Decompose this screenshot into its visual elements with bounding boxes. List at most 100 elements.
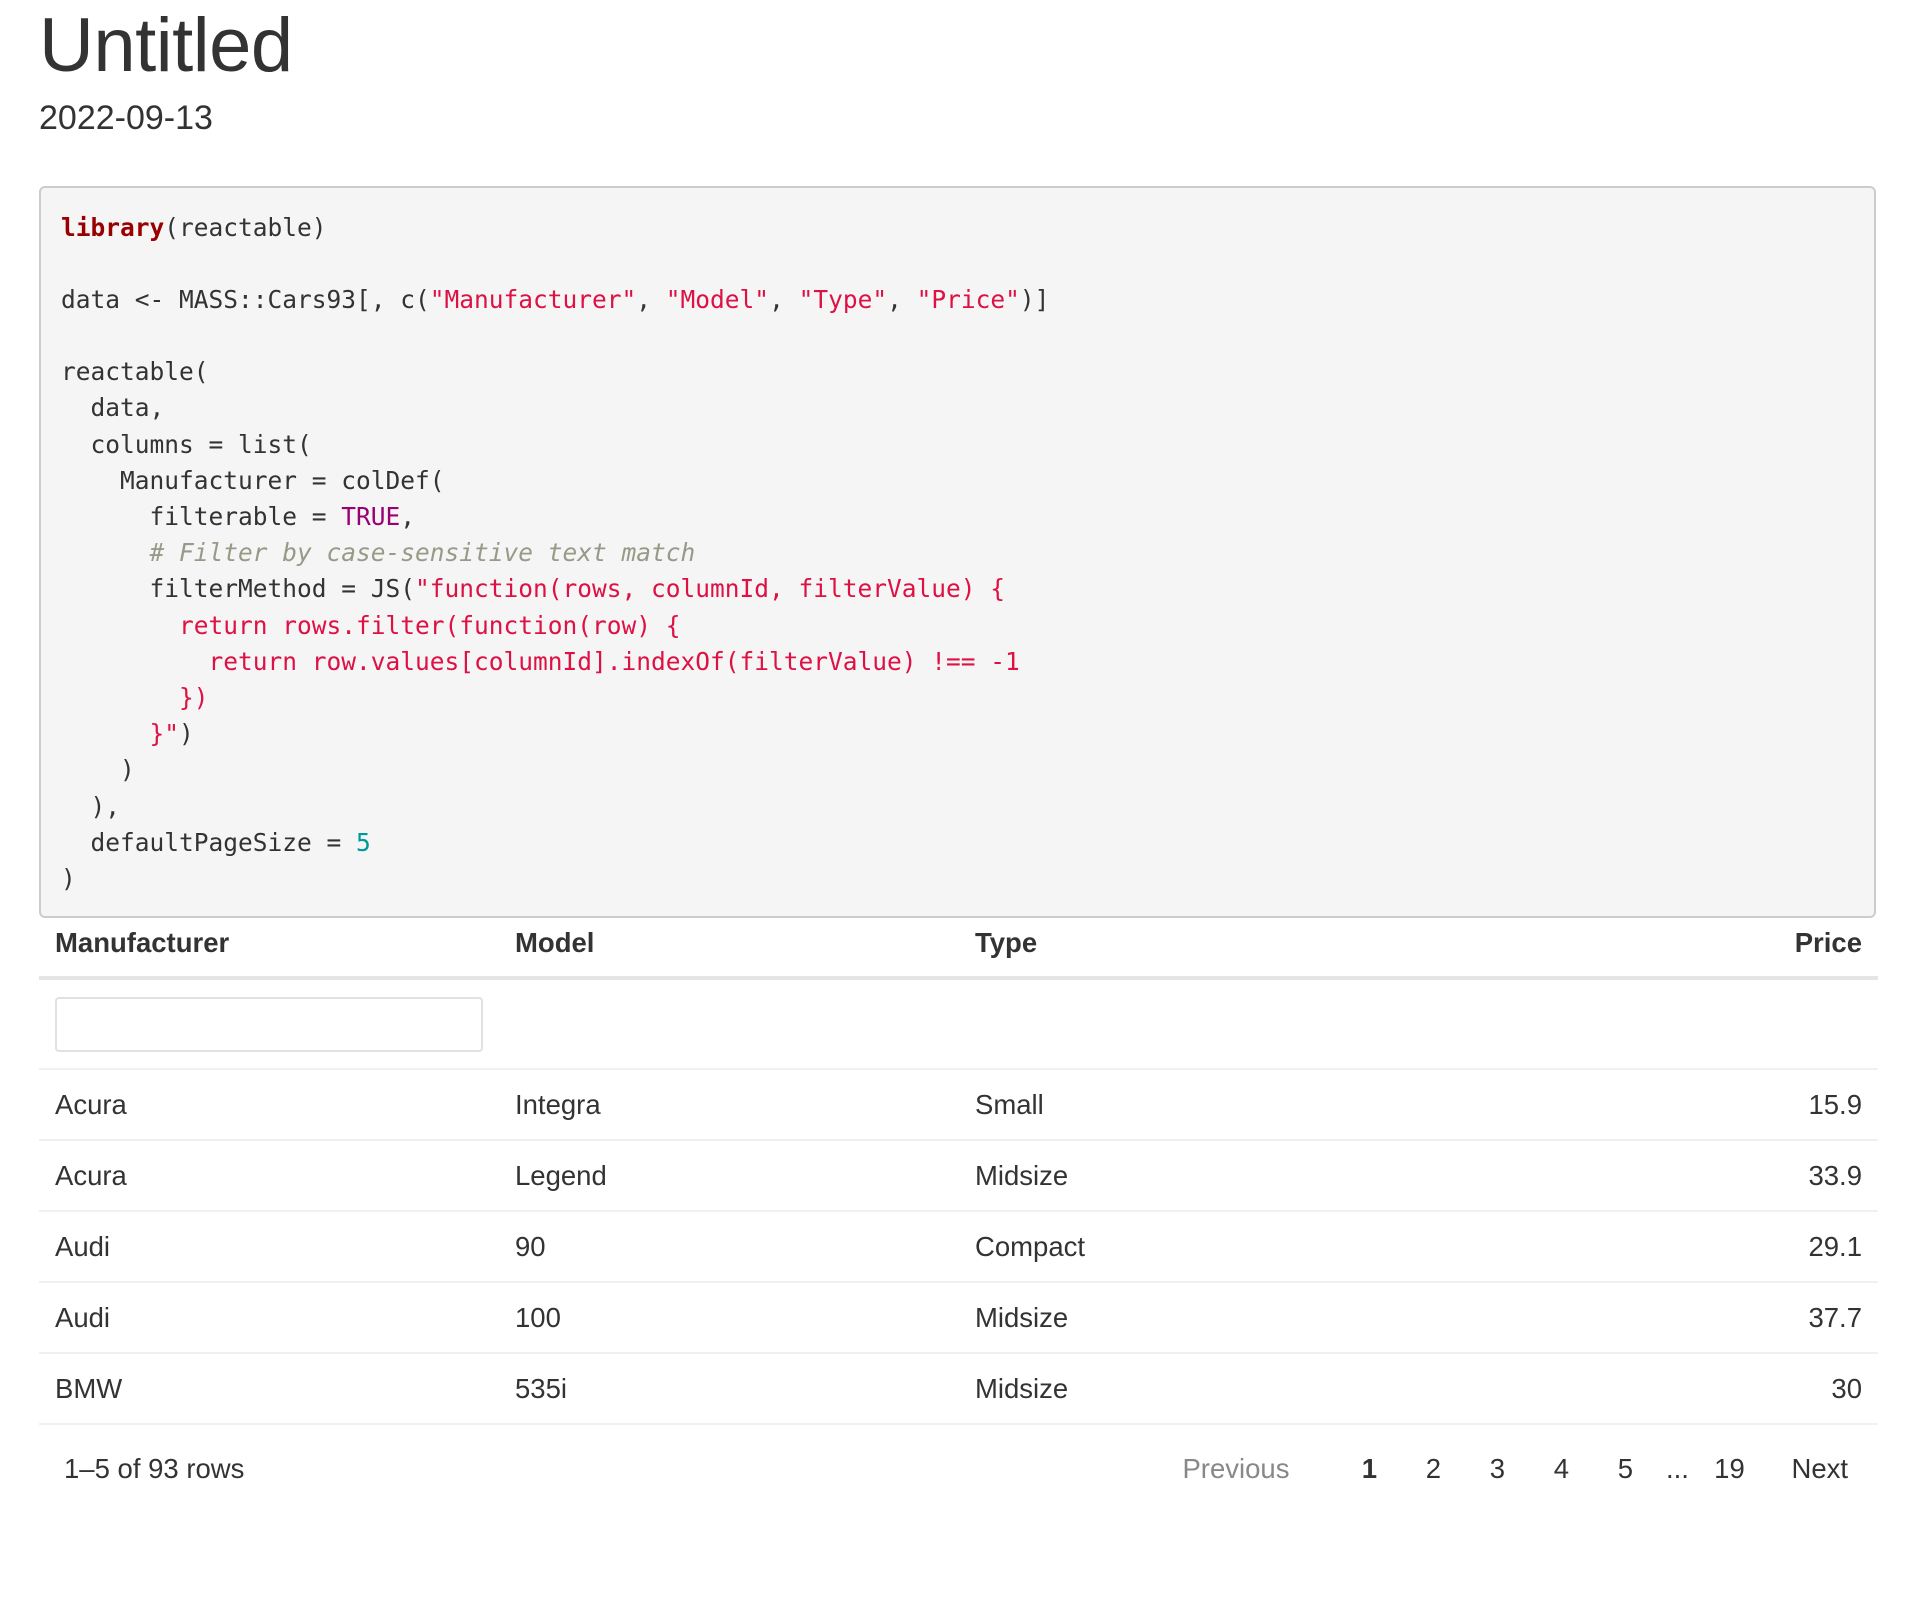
page-button-4[interactable]: 4 bbox=[1529, 1453, 1593, 1485]
code-line: ), bbox=[61, 789, 1854, 825]
filter-row bbox=[39, 980, 1878, 1070]
code-line: }") bbox=[61, 716, 1854, 752]
cell-model: 100 bbox=[515, 1301, 561, 1333]
code-token-plain: , bbox=[769, 284, 799, 314]
code-token-str: "Price" bbox=[916, 284, 1020, 314]
table-row: Audi 90 Compact 29.1 bbox=[39, 1212, 1878, 1283]
code-line: ) bbox=[61, 861, 1854, 897]
cell-type: Compact bbox=[975, 1230, 1086, 1262]
cell-type: Small bbox=[975, 1088, 1044, 1120]
document-date: 2022-09-13 bbox=[39, 99, 213, 137]
page: Untitled 2022-09-13 library(reactable) da… bbox=[39, 0, 1878, 1484]
code-line: return row.values[columnId].indexOf(filt… bbox=[61, 644, 1854, 680]
filter-cell-manufacturer bbox=[39, 996, 499, 1052]
code-token-num: 5 bbox=[356, 827, 371, 857]
code-line: defaultPageSize = 5 bbox=[61, 825, 1854, 861]
cell-manufacturer: Audi bbox=[55, 1301, 111, 1333]
code-block: library(reactable)data <- MASS::Cars93[,… bbox=[39, 185, 1876, 918]
table-row: BMW 535i Midsize 30 bbox=[39, 1354, 1878, 1425]
column-header-type[interactable]: Type bbox=[959, 927, 1419, 959]
page-button-1[interactable]: 1 bbox=[1337, 1453, 1401, 1485]
code-token-plain: filterable = bbox=[61, 502, 342, 531]
code-token-plain: defaultPageSize = bbox=[61, 827, 357, 857]
page-info: 1–5 of 93 rows bbox=[64, 1453, 245, 1484]
table-header-row: Manufacturer Model Type Price bbox=[39, 910, 1878, 980]
code-line: return rows.filter(function(row) { bbox=[61, 608, 1854, 644]
code-token-kw: library bbox=[61, 212, 165, 242]
code-token-plain: filterMethod = JS( bbox=[61, 574, 416, 604]
table-row: Acura Integra Small 15.9 bbox=[39, 1070, 1878, 1141]
code-token-plain: columns = list( bbox=[61, 429, 312, 459]
code-token-str: }) bbox=[61, 682, 209, 712]
page-button-3[interactable]: 3 bbox=[1465, 1453, 1529, 1485]
page-button-last[interactable]: 19 bbox=[1697, 1453, 1761, 1485]
cell-price: 33.9 bbox=[1808, 1159, 1862, 1191]
code-token-str: return rows.filter(function(row) { bbox=[61, 610, 681, 640]
code-token-const: TRUE bbox=[341, 502, 401, 531]
code-token-plain: Manufacturer = colDef( bbox=[61, 465, 445, 495]
code-line: filterMethod = JS("function(rows, column… bbox=[61, 571, 1854, 607]
code-token-str: "Type" bbox=[798, 284, 888, 314]
code-token-com: # Filter by case-sensitive text match bbox=[61, 538, 696, 568]
code-token-str: "Manufacturer" bbox=[429, 284, 637, 314]
code-token-plain: ) bbox=[61, 863, 76, 893]
reactable-table: Manufacturer Model Type Price Acura Integ… bbox=[39, 910, 1878, 1425]
code-line: # Filter by case-sensitive text match bbox=[61, 535, 1854, 571]
code-token-plain: reactable( bbox=[61, 357, 209, 387]
cell-model: 90 bbox=[515, 1230, 546, 1262]
cell-price: 15.9 bbox=[1808, 1088, 1862, 1120]
table-body: Acura Integra Small 15.9 Acura Legend Midsize 3… bbox=[39, 1070, 1878, 1425]
cell-type: Midsize bbox=[975, 1372, 1069, 1404]
code-line: }) bbox=[61, 680, 1854, 716]
pagination: 1–5 of 93 rows Previous 1 2 3 4 5... 19 Next bbox=[39, 1424, 1878, 1514]
cell-type: Midsize bbox=[975, 1159, 1069, 1191]
code-line: library(reactable) bbox=[61, 210, 1854, 246]
code-line: reactable( bbox=[61, 354, 1854, 390]
code-token-plain: , bbox=[887, 284, 917, 314]
code-line: data, bbox=[61, 390, 1854, 426]
cell-manufacturer: BMW bbox=[55, 1372, 123, 1404]
table-row: Audi 100 Midsize 37.7 bbox=[39, 1283, 1878, 1354]
column-header-price[interactable]: Price bbox=[1419, 927, 1878, 959]
code-token-plain: ) bbox=[179, 719, 194, 749]
cell-model: 535i bbox=[515, 1372, 567, 1404]
page-ellipsis: ... bbox=[1665, 1453, 1689, 1484]
cell-model: Integra bbox=[515, 1088, 601, 1120]
page-button-2[interactable]: 2 bbox=[1401, 1453, 1465, 1485]
code-line: ) bbox=[61, 752, 1854, 788]
manufacturer-filter-input[interactable] bbox=[55, 996, 483, 1052]
code-token-plain: data <- MASS::Cars93[, c( bbox=[61, 284, 430, 314]
cell-manufacturer: Audi bbox=[55, 1230, 111, 1262]
page-button-5[interactable]: 5 bbox=[1593, 1453, 1657, 1485]
code-token-plain: ), bbox=[61, 791, 121, 821]
column-header-model[interactable]: Model bbox=[499, 927, 959, 959]
table-row: Acura Legend Midsize 33.9 bbox=[39, 1141, 1878, 1212]
column-header-manufacturer[interactable]: Manufacturer bbox=[39, 927, 499, 959]
cell-manufacturer: Acura bbox=[55, 1088, 127, 1120]
page-nav: Previous 1 2 3 4 5... 19 Next bbox=[1182, 1453, 1878, 1485]
cell-type: Midsize bbox=[975, 1301, 1069, 1333]
code-token-plain: data, bbox=[61, 393, 165, 423]
code-token-plain: (reactable) bbox=[164, 212, 327, 242]
code-line: columns = list( bbox=[61, 427, 1854, 463]
code-line: Manufacturer = colDef( bbox=[61, 463, 1854, 499]
next-page-button[interactable]: Next bbox=[1791, 1453, 1848, 1485]
previous-page-button[interactable]: Previous bbox=[1182, 1453, 1289, 1485]
code-token-str: }" bbox=[61, 719, 180, 749]
cell-model: Legend bbox=[515, 1159, 607, 1191]
cell-price: 37.7 bbox=[1808, 1301, 1862, 1333]
cell-price: 29.1 bbox=[1808, 1230, 1862, 1262]
code-token-str: return row.values[columnId].indexOf(filt… bbox=[61, 646, 1020, 676]
code-token-plain: , bbox=[636, 284, 666, 314]
code-token-plain: ) bbox=[61, 755, 135, 785]
document-title: Untitled bbox=[39, 3, 293, 88]
cell-manufacturer: Acura bbox=[55, 1159, 127, 1191]
code-token-str: "Model" bbox=[665, 284, 770, 314]
code-line: data <- MASS::Cars93[, c("Manufacturer",… bbox=[61, 282, 1854, 318]
code-line: filterable = TRUE, bbox=[61, 499, 1854, 535]
code-token-plain: )] bbox=[1019, 284, 1050, 314]
code-token-str: "function(rows, columnId, filterValue) { bbox=[415, 574, 1006, 604]
code-content: library(reactable)data <- MASS::Cars93[,… bbox=[61, 210, 1854, 898]
